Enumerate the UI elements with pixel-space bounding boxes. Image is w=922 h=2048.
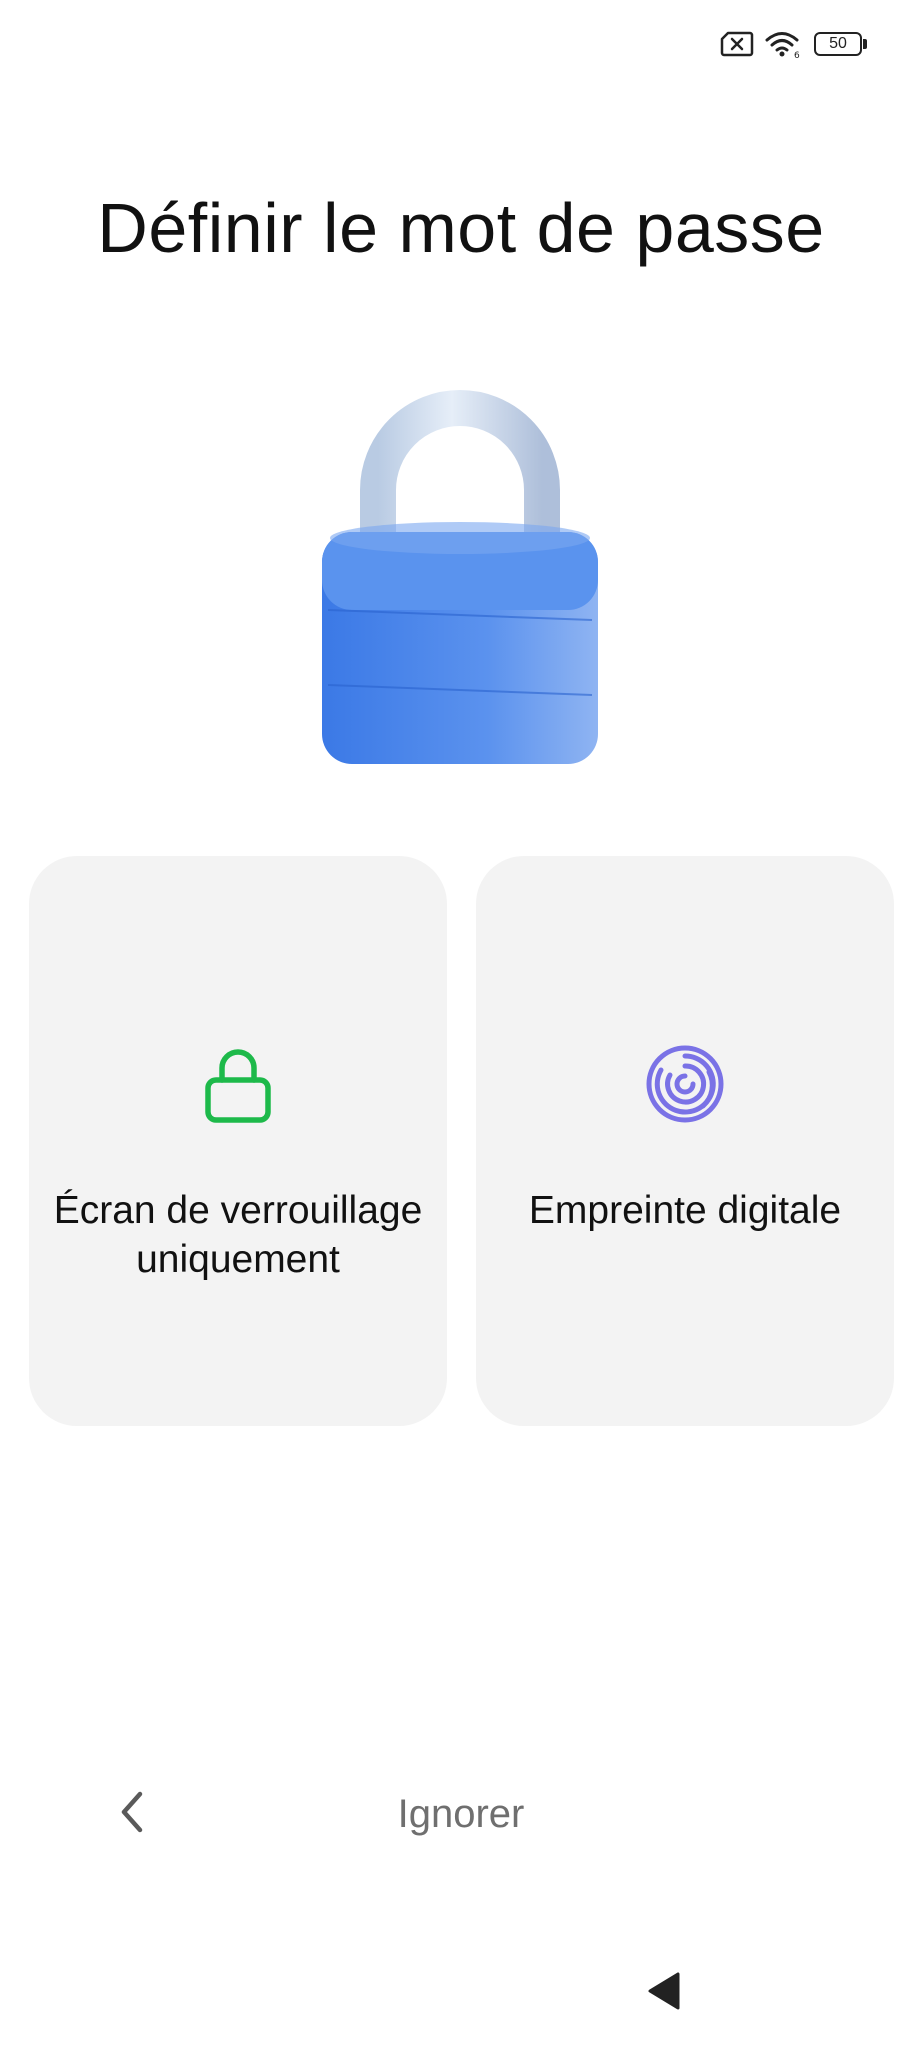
fingerprint-icon (643, 1042, 727, 1126)
fingerprint-option[interactable]: Empreinte digitale (476, 856, 894, 1426)
wifi-icon: 6 (764, 29, 804, 59)
battery-icon: 50 (814, 31, 868, 57)
option-label: Empreinte digitale (528, 1189, 842, 1232)
no-sim-icon (720, 31, 754, 57)
svg-text:6: 6 (794, 51, 800, 59)
status-bar: 6 50 (720, 24, 868, 64)
page-title: Définir le mot de passe (97, 189, 825, 267)
skip-button[interactable]: Ignorer (311, 1782, 611, 1846)
chevron-left-icon (112, 1788, 152, 1841)
battery-level: 50 (814, 32, 862, 56)
system-back-button[interactable] (642, 1968, 688, 2014)
back-button[interactable] (100, 1782, 164, 1846)
triangle-back-icon (642, 1972, 688, 2018)
option-label: Écran de verrouillage uniquement (53, 1189, 423, 1281)
padlock-illustration (300, 370, 620, 790)
lock-icon (196, 1042, 280, 1126)
screen-lock-only-option[interactable]: Écran de verrouillage uniquement (29, 856, 447, 1426)
